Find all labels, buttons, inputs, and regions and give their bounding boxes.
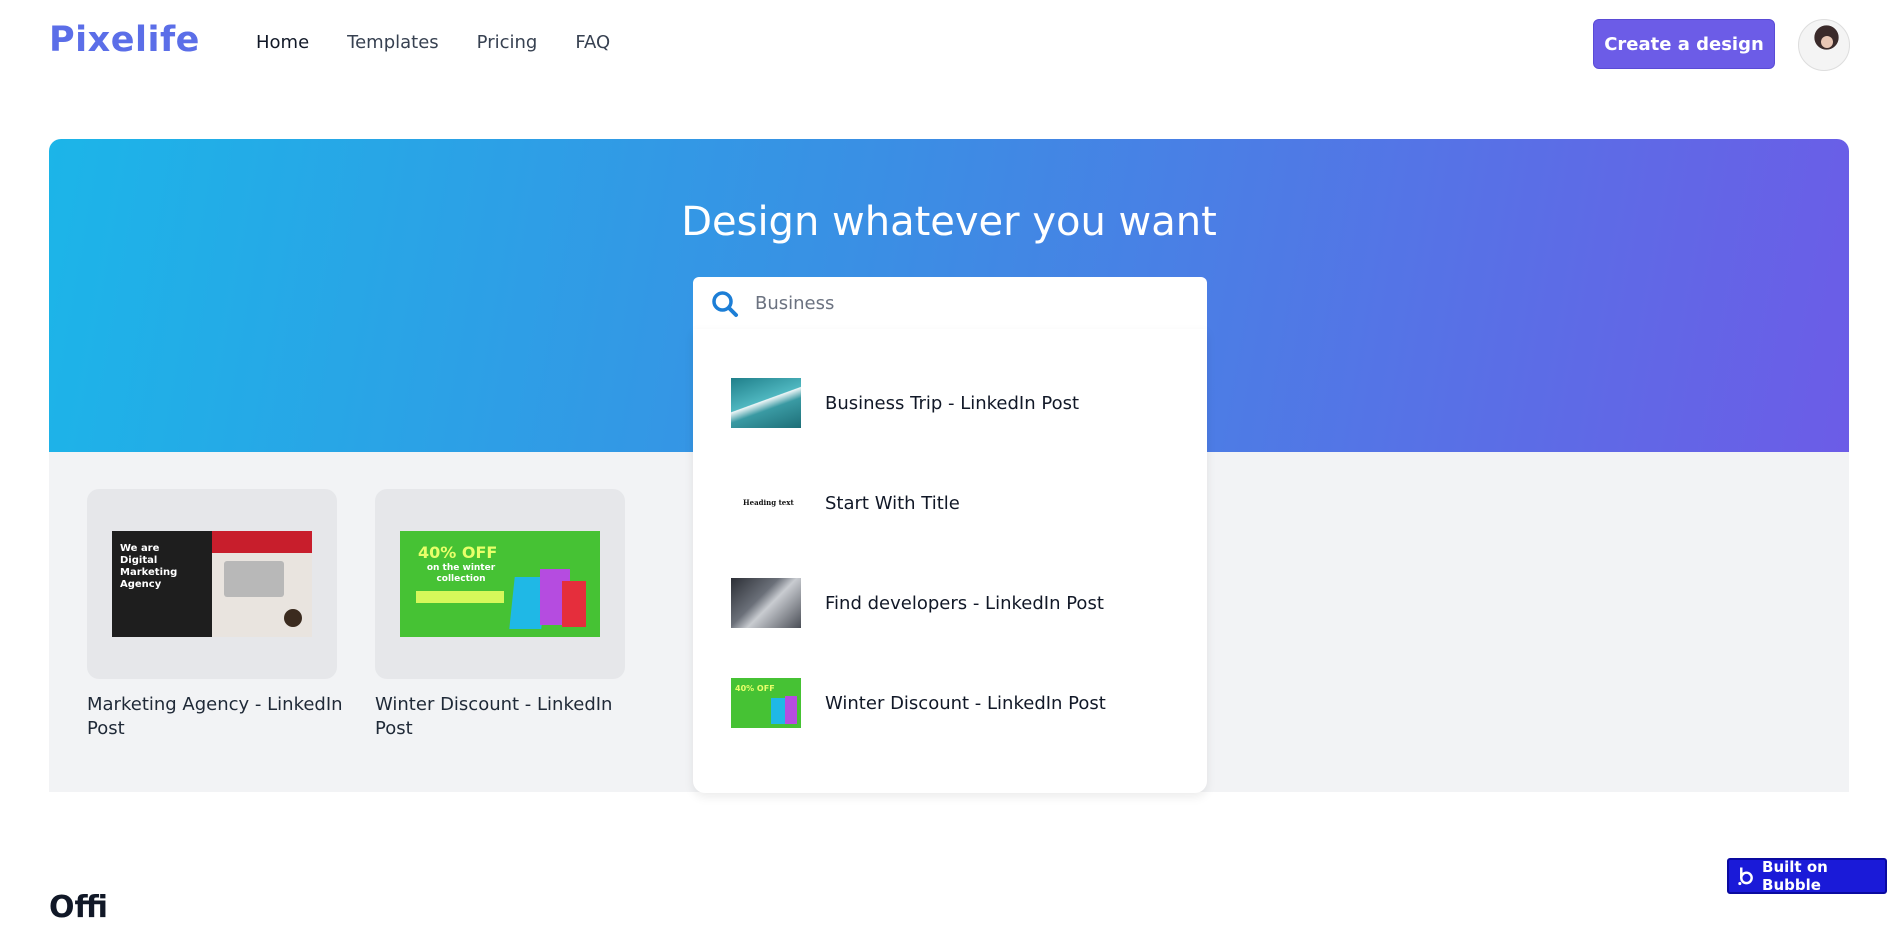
thumb-text: 40% OFF bbox=[418, 543, 498, 562]
nav-templates[interactable]: Templates bbox=[347, 32, 439, 53]
result-label: Start With Title bbox=[825, 492, 960, 514]
thumb-text: 40% OFF bbox=[735, 684, 775, 693]
search-box bbox=[693, 277, 1207, 329]
nav-home[interactable]: Home bbox=[256, 32, 309, 53]
pixelife-logo[interactable]: Pixelife bbox=[49, 20, 200, 60]
search-result-item[interactable]: 40% OFF Winter Discount - LinkedIn Post bbox=[731, 677, 1171, 729]
search-result-item[interactable]: Business Trip - LinkedIn Post bbox=[731, 377, 1171, 429]
result-label: Find developers - LinkedIn Post bbox=[825, 592, 1104, 614]
nav-faq[interactable]: FAQ bbox=[575, 32, 610, 53]
winter-discount-image: 40% OFF on the winter collection bbox=[400, 531, 600, 637]
create-design-button[interactable]: Create a design bbox=[1593, 19, 1775, 69]
nav-pricing[interactable]: Pricing bbox=[477, 32, 538, 53]
user-avatar[interactable] bbox=[1798, 19, 1850, 71]
result-label: Winter Discount - LinkedIn Post bbox=[825, 692, 1106, 714]
marketing-agency-image: We are Digital Marketing Agency bbox=[112, 531, 312, 637]
thumb-text: Heading text bbox=[743, 498, 794, 507]
search-results-dropdown: Business Trip - LinkedIn Post Heading te… bbox=[693, 329, 1207, 793]
template-card[interactable]: 40% OFF on the winter collection Winter … bbox=[375, 489, 625, 741]
thumb-text: We are Digital Marketing Agency bbox=[120, 543, 178, 590]
top-navbar: Pixelife Home Templates Pricing FAQ Crea… bbox=[0, 0, 1898, 88]
result-label: Business Trip - LinkedIn Post bbox=[825, 392, 1080, 414]
template-title[interactable]: Marketing Agency - LinkedIn Post bbox=[87, 693, 347, 741]
result-thumbnail bbox=[731, 578, 801, 628]
hero-title: Design whatever you want bbox=[681, 199, 1217, 245]
search-input[interactable] bbox=[755, 287, 1175, 319]
search-icon bbox=[712, 291, 738, 317]
bubble-badge-label: Built on Bubble bbox=[1762, 858, 1828, 894]
main-nav: Home Templates Pricing FAQ bbox=[256, 32, 610, 53]
search-result-item[interactable]: Heading text Start With Title bbox=[731, 477, 1171, 529]
section-heading: Offi bbox=[49, 890, 108, 925]
template-thumbnail[interactable]: 40% OFF on the winter collection bbox=[375, 489, 625, 679]
result-thumbnail: 40% OFF bbox=[731, 678, 801, 728]
built-on-bubble-badge[interactable]: Built on Bubble bbox=[1727, 858, 1887, 894]
result-thumbnail: Heading text bbox=[731, 478, 801, 528]
template-thumbnail[interactable]: We are Digital Marketing Agency bbox=[87, 489, 337, 679]
result-thumbnail bbox=[731, 378, 801, 428]
thumb-text: on the winter collection bbox=[426, 563, 496, 584]
search-result-item[interactable]: Find developers - LinkedIn Post bbox=[731, 577, 1171, 629]
bubble-logo-icon bbox=[1738, 867, 1753, 886]
template-title[interactable]: Winter Discount - LinkedIn Post bbox=[375, 693, 635, 741]
template-card[interactable]: We are Digital Marketing Agency Marketin… bbox=[87, 489, 343, 741]
